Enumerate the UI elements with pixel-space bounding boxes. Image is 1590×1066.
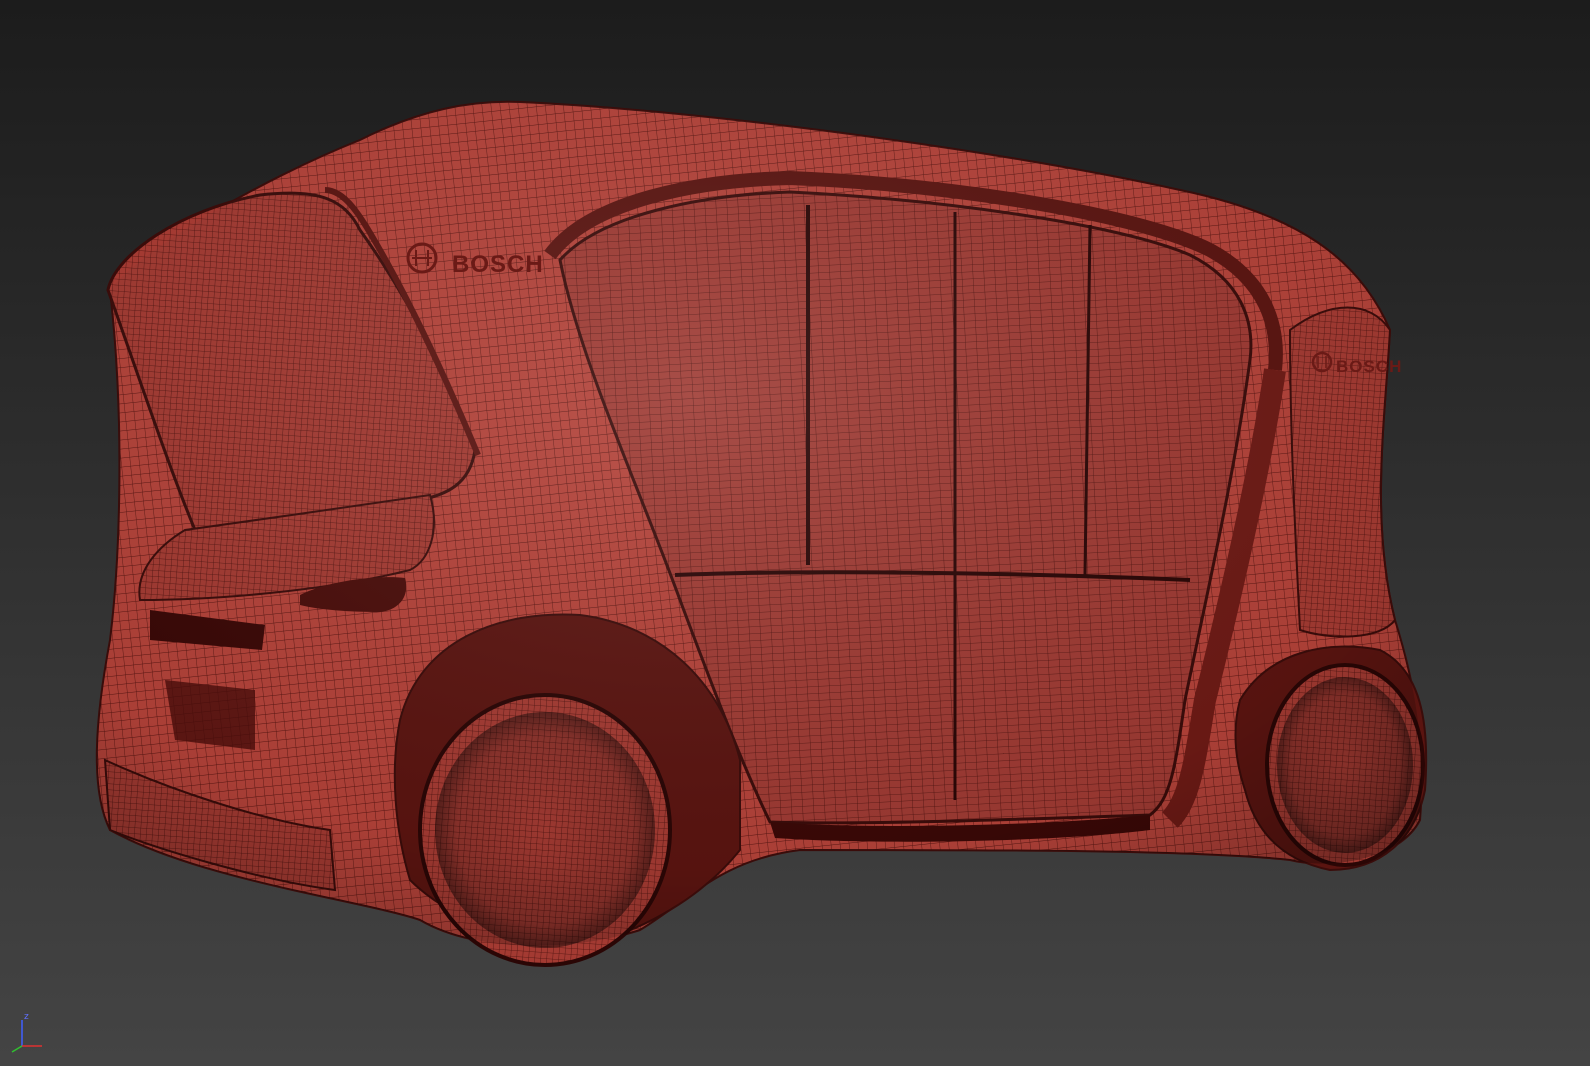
3d-viewport[interactable]: BOSCH BOSCH z xyxy=(0,0,1590,1066)
plate-recess xyxy=(165,680,255,750)
rear-wheel-hub xyxy=(435,712,655,948)
shuttle-model[interactable]: BOSCH BOSCH xyxy=(0,0,1590,1066)
front-wheel-hub xyxy=(1277,677,1413,853)
gizmo-z-label: z xyxy=(24,1012,29,1022)
axis-gizmo: z xyxy=(11,1012,42,1053)
brand-text-front: BOSCH xyxy=(1336,357,1402,376)
brand-text-rear: BOSCH xyxy=(452,251,544,278)
